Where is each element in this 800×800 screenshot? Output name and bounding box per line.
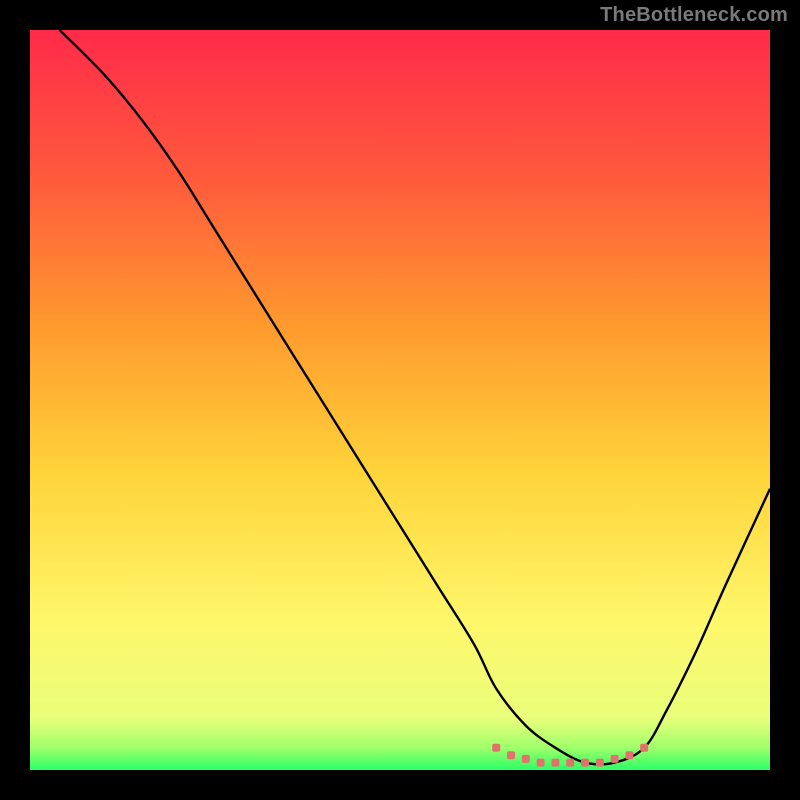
flat-dot xyxy=(596,759,604,767)
flat-dot xyxy=(551,759,559,767)
flat-dot xyxy=(640,744,648,752)
flat-dot xyxy=(581,759,589,767)
flat-dot xyxy=(507,751,515,759)
flat-dot xyxy=(492,744,500,752)
curve-layer xyxy=(30,30,770,770)
flat-dot xyxy=(611,755,619,763)
flat-dot xyxy=(537,759,545,767)
flat-dot xyxy=(566,759,574,767)
flat-dot xyxy=(522,755,530,763)
watermark-text: TheBottleneck.com xyxy=(600,4,788,27)
flat-dot xyxy=(625,751,633,759)
chart-root: TheBottleneck.com xyxy=(0,0,800,800)
plot-area xyxy=(30,30,770,770)
black-curve xyxy=(60,30,770,764)
